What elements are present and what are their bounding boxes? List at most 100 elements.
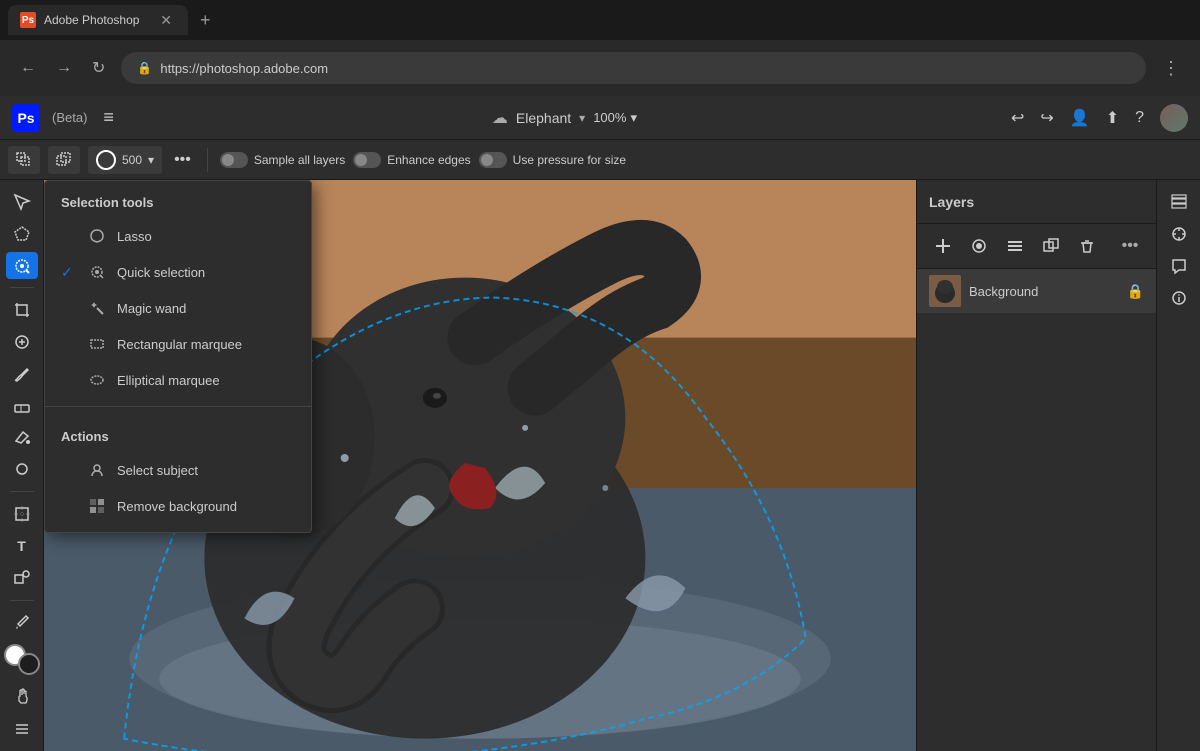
tool-sort[interactable] (6, 715, 38, 743)
rect-marquee-label: Rectangular marquee (117, 337, 242, 352)
comments-panel-toggle[interactable] (1165, 252, 1193, 280)
cloud-icon: ☁ (492, 108, 508, 128)
brush-size-control[interactable]: 500 ▾ (88, 146, 162, 174)
redo-button[interactable]: ↪ (1040, 108, 1053, 128)
tool-select-polygon[interactable] (6, 220, 38, 248)
enhance-edges-switch[interactable] (353, 152, 381, 168)
remove-bg-icon (87, 496, 107, 516)
layer-name: Background (969, 284, 1119, 299)
pressure-switch[interactable] (479, 152, 507, 168)
add-layer-button[interactable] (929, 232, 957, 260)
forward-button[interactable]: → (52, 55, 76, 81)
ps-canvas[interactable]: Selection tools Lasso ✓ (44, 180, 916, 751)
pressure-toggle[interactable]: Use pressure for size (479, 152, 626, 168)
add-to-selection-button[interactable] (8, 146, 40, 174)
sample-all-label: Sample all layers (254, 153, 345, 167)
magic-wand-icon (87, 298, 107, 318)
info-panel-toggle[interactable] (1165, 284, 1193, 312)
active-tab[interactable]: Ps Adobe Photoshop ✕ (8, 5, 188, 35)
magic-wand-check (61, 300, 77, 316)
tool-quick-selection[interactable] (6, 252, 38, 280)
enhance-edges-toggle[interactable]: Enhance edges (353, 152, 470, 168)
sample-all-toggle-switch[interactable] (220, 152, 248, 168)
rect-marquee-item[interactable]: Rectangular marquee (45, 326, 311, 362)
address-bar: ← → ↻ 🔒 https://photoshop.adobe.com ⋮ (0, 40, 1200, 96)
browser-more-button[interactable]: ⋮ (1158, 54, 1184, 83)
arrange-icon (13, 720, 31, 738)
share-button[interactable]: ⬆ (1106, 108, 1119, 128)
ps-menu-button[interactable]: ≡ (99, 103, 118, 132)
add-layer-icon (934, 237, 952, 255)
tool-separator-1 (10, 287, 34, 288)
size-dropdown-arrow: ▾ (148, 153, 154, 167)
ps-beta-label: (Beta) (52, 110, 87, 125)
select-subject-label: Select subject (117, 463, 198, 478)
magic-wand-item[interactable]: Magic wand (45, 290, 311, 326)
address-text: https://photoshop.adobe.com (160, 61, 328, 76)
tool-hand[interactable] (6, 683, 38, 711)
mask-button[interactable] (965, 232, 993, 260)
canvas-content: Selection tools Lasso ✓ (44, 180, 916, 751)
tool-crop2[interactable] (6, 500, 38, 528)
background-layer[interactable]: Background 🔒 (917, 269, 1156, 313)
background-color[interactable] (18, 653, 40, 675)
user-avatar[interactable] (1160, 104, 1188, 132)
select-subject-item[interactable]: Select subject (45, 452, 311, 488)
tool-healing[interactable] (6, 328, 38, 356)
zoom-dropdown-arrow[interactable]: ▾ (630, 110, 637, 126)
address-input[interactable]: 🔒 https://photoshop.adobe.com (121, 52, 1146, 84)
new-tab-button[interactable]: + (192, 6, 219, 35)
tool-dodge[interactable] (6, 455, 38, 483)
paint-bucket-icon (13, 428, 31, 446)
quick-sel-check: ✓ (61, 264, 77, 281)
help-button[interactable]: ? (1135, 109, 1144, 127)
tab-close-button[interactable]: ✕ (156, 10, 176, 31)
tool-eyedropper[interactable] (6, 608, 38, 636)
quick-selection-icon (13, 257, 31, 275)
ellipse-check (61, 372, 77, 388)
crop2-icon (13, 505, 31, 523)
adjustment-button[interactable] (1001, 232, 1029, 260)
undo-button[interactable]: ↩ (1011, 108, 1024, 128)
tool-crop[interactable] (6, 296, 38, 324)
quick-selection-item[interactable]: ✓ Quick selection (45, 254, 311, 290)
remove-bg-item[interactable]: Remove background (45, 488, 311, 524)
duplicate-icon (1042, 237, 1060, 255)
layer-lock-icon: 🔒 (1127, 283, 1144, 300)
filename-dropdown-arrow[interactable]: ▾ (579, 111, 585, 125)
tool-brush[interactable] (6, 360, 38, 388)
tool-text[interactable]: T (6, 532, 38, 560)
layers-panel-title: Layers (929, 194, 1144, 210)
user-profile-icon[interactable]: 👤 (1070, 108, 1090, 128)
tool-shape[interactable] (6, 564, 38, 592)
duplicate-layer-button[interactable] (1037, 232, 1065, 260)
tool-paint-bucket[interactable] (6, 424, 38, 452)
comments-icon (1170, 257, 1188, 275)
more-options-button[interactable]: ••• (170, 147, 195, 173)
delete-layer-button[interactable] (1073, 232, 1101, 260)
healing-icon (13, 333, 31, 351)
select-move-icon (13, 193, 31, 211)
lasso-tool-item[interactable]: Lasso (45, 218, 311, 254)
dropdown-separator (45, 406, 311, 407)
tool-eraser[interactable] (6, 392, 38, 420)
subtract-from-selection-button[interactable] (48, 146, 80, 174)
more-layers-button[interactable]: ••• (1116, 232, 1144, 260)
back-button[interactable]: ← (16, 55, 40, 81)
color-swatches[interactable] (4, 644, 40, 675)
layers-panel-header: Layers (917, 180, 1156, 224)
sample-all-layers-toggle[interactable]: Sample all layers (220, 152, 345, 168)
lasso-check (61, 228, 77, 244)
ps-options-toolbar: 500 ▾ ••• Sample all layers Enhance edge… (0, 140, 1200, 180)
tool-select-move[interactable] (6, 188, 38, 216)
layer-thumb-preview (929, 275, 961, 307)
layers-panel-toggle[interactable] (1165, 188, 1193, 216)
adjustments-icon (1170, 225, 1188, 243)
ellipse-marquee-item[interactable]: Elliptical marquee (45, 362, 311, 398)
reload-button[interactable]: ↻ (88, 54, 109, 82)
adjustments-panel-toggle[interactable] (1165, 220, 1193, 248)
mask-icon (970, 237, 988, 255)
selection-dropdown-panel: Selection tools Lasso ✓ (44, 180, 312, 533)
brush-size-indicator (96, 150, 116, 170)
browser-chrome: Ps Adobe Photoshop ✕ + ← → ↻ 🔒 https://p… (0, 0, 1200, 96)
